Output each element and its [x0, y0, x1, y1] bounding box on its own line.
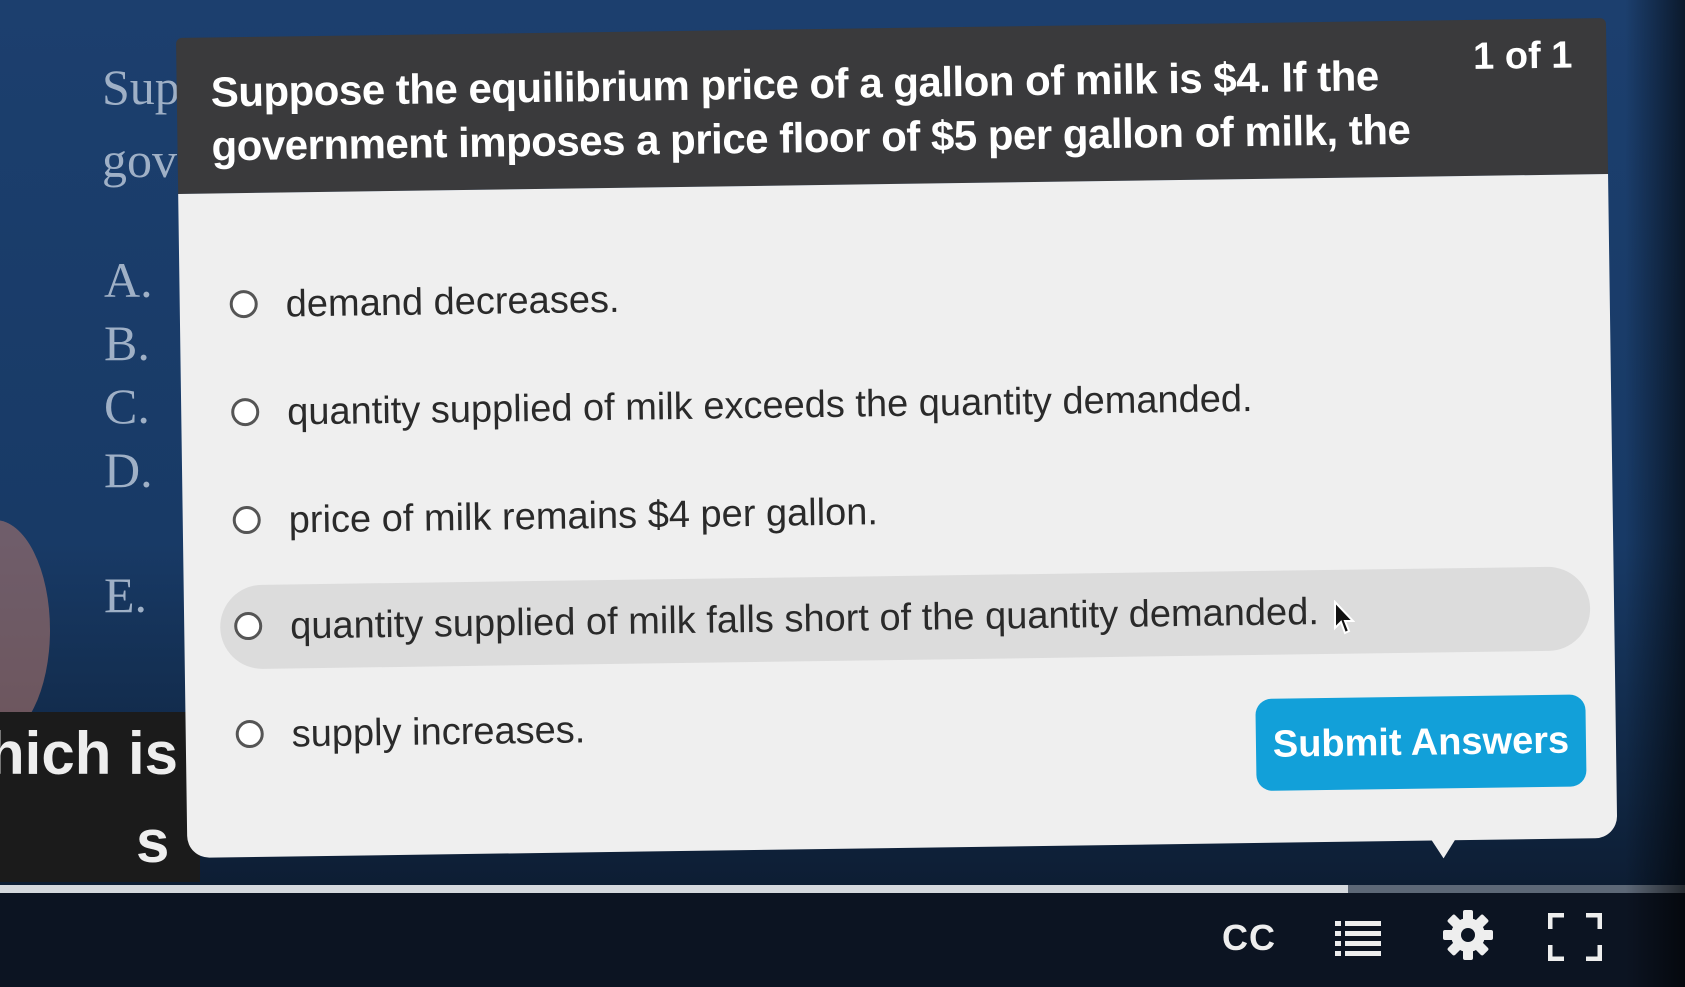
- video-progress-fill: [0, 885, 1348, 893]
- radio-button[interactable]: [231, 397, 260, 427]
- fullscreen-icon[interactable]: [1548, 913, 1602, 961]
- submit-answers-button[interactable]: Submit Answers: [1255, 694, 1587, 791]
- answer-option-label: quantity supplied of milk falls short of…: [289, 591, 1320, 648]
- player-controls: CC: [0, 893, 1685, 987]
- quiz-question: Suppose the equilibrium price of a gallo…: [210, 52, 1411, 170]
- radio-button[interactable]: [234, 611, 263, 641]
- answer-option-label: price of milk remains $4 per gallon.: [288, 491, 879, 542]
- radio-button[interactable]: [235, 719, 264, 749]
- screen-edge-shadow: [1625, 0, 1685, 987]
- slide-question-line-2: gov: [102, 132, 177, 188]
- answer-option-label: demand decreases.: [285, 278, 620, 326]
- caption-line-1: hich is: [0, 720, 179, 787]
- answer-option-4[interactable]: quantity supplied of milk falls short of…: [219, 566, 1591, 670]
- answer-option-1[interactable]: demand decreases.: [215, 244, 1586, 347]
- presenter-hand: [0, 520, 50, 740]
- slide-letter-b: B.: [104, 315, 150, 371]
- video-player: Sup gov A. B. C. D. E. hich is s Suppose…: [0, 0, 1685, 987]
- question-counter: 1 of 1: [1472, 34, 1573, 78]
- mouse-cursor-icon: [1334, 600, 1355, 635]
- quiz-header: Suppose the equilibrium price of a gallo…: [176, 18, 1609, 194]
- popup-pointer-tail: [1429, 836, 1458, 859]
- quiz-popup: Suppose the equilibrium price of a gallo…: [176, 18, 1618, 859]
- caption-line-2: s: [136, 808, 170, 875]
- closed-captions-button[interactable]: CC: [1222, 917, 1276, 959]
- answer-option-label: quantity supplied of milk exceeds the qu…: [286, 378, 1253, 434]
- quiz-body: demand decreases. quantity supplied of m…: [178, 174, 1618, 859]
- slide-letter-e: E.: [104, 567, 148, 623]
- slide-letter-d: D.: [104, 442, 153, 498]
- slide-letter-a: A.: [104, 252, 153, 308]
- radio-button[interactable]: [229, 289, 258, 319]
- gear-icon[interactable]: [1442, 909, 1494, 961]
- answer-option-label: supply increases.: [291, 709, 586, 756]
- slide-letter-c: C.: [104, 378, 150, 434]
- answer-option-2[interactable]: quantity supplied of milk exceeds the qu…: [217, 352, 1588, 455]
- slide-question-line-1: Sup: [102, 59, 180, 115]
- radio-button[interactable]: [232, 505, 261, 535]
- list-icon[interactable]: [1335, 917, 1381, 957]
- answer-option-3[interactable]: price of milk remains $4 per gallon.: [218, 460, 1589, 563]
- video-progress-bar[interactable]: [0, 885, 1685, 893]
